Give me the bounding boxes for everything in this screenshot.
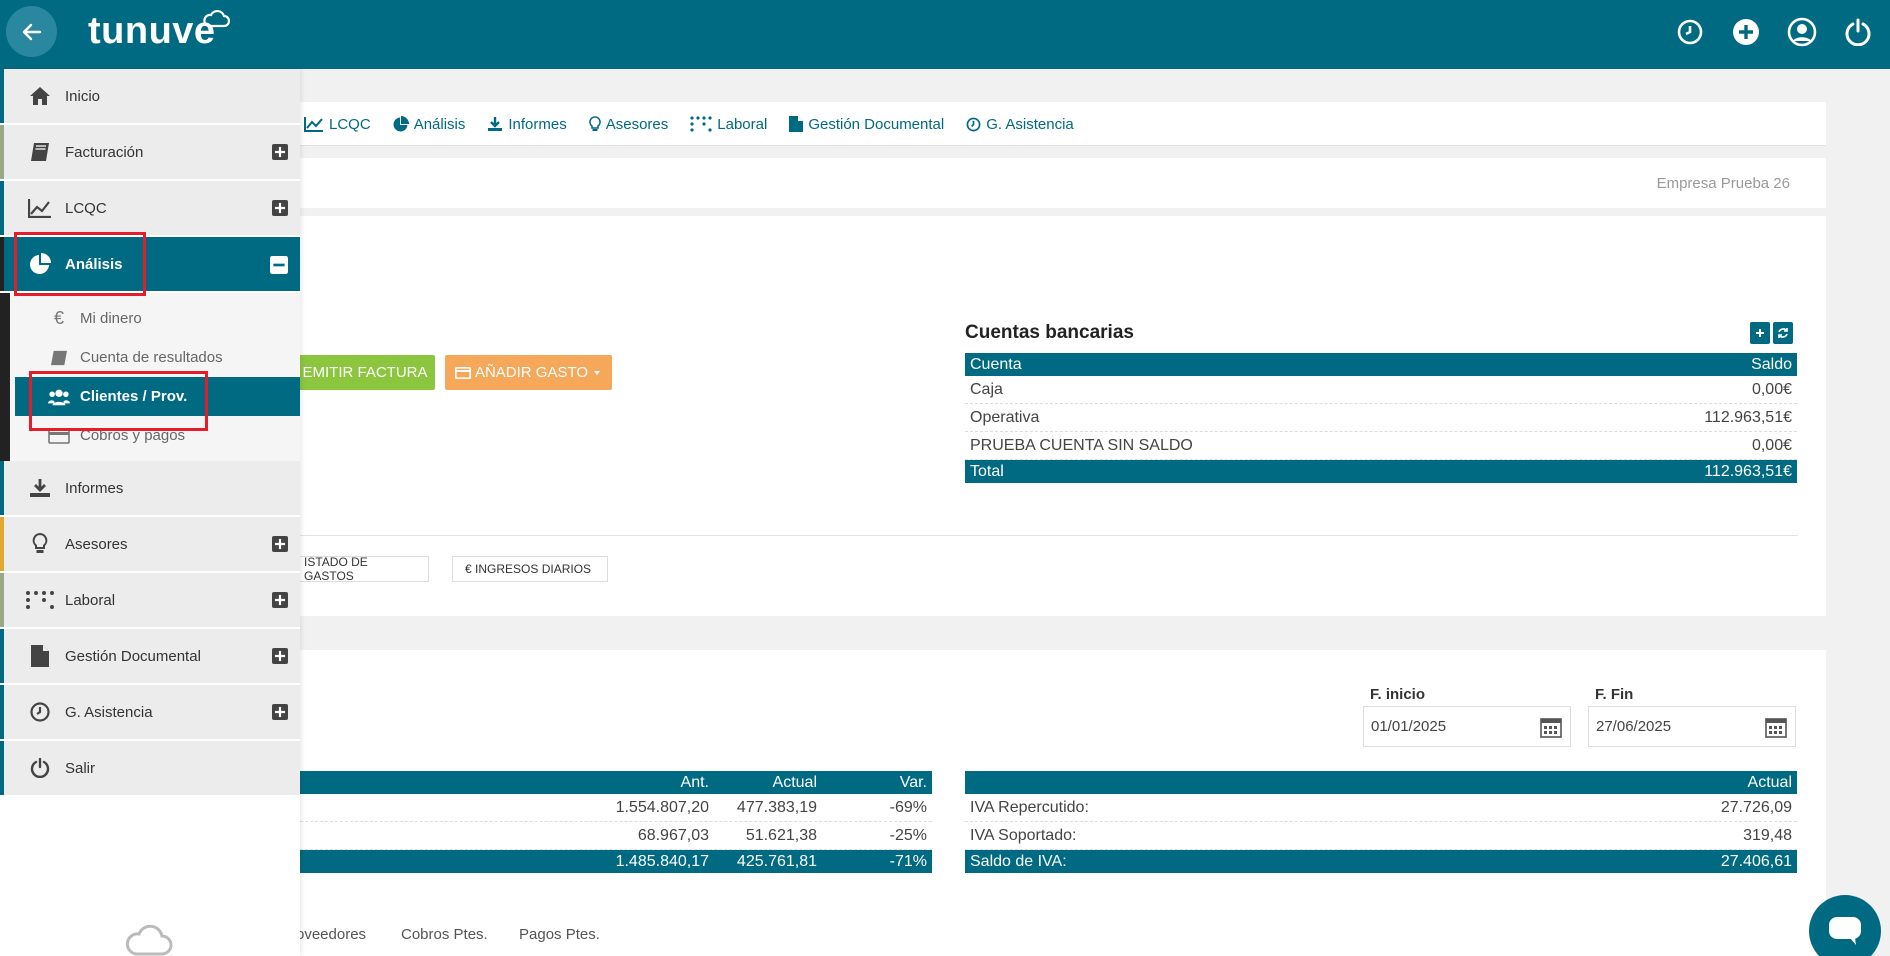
tab-cobros-ptes[interactable]: Cobros Ptes. <box>401 926 488 943</box>
back-button[interactable] <box>6 6 57 57</box>
sidebar-item-asesores[interactable]: Asesores <box>0 517 300 571</box>
calendar-icon[interactable] <box>1540 716 1562 738</box>
nav-asesores[interactable]: Asesores <box>588 116 668 133</box>
tab-proveedores[interactable]: oveedores <box>296 926 366 943</box>
emitir-factura-button[interactable]: EMITIR FACTURA <box>295 355 435 390</box>
user-icon[interactable] <box>1786 16 1818 48</box>
nav-laboral[interactable]: Laboral <box>690 116 767 133</box>
divider <box>290 535 1798 536</box>
table-row: 1.554.807,20 477.383,19 -69% <box>290 794 932 822</box>
top-bar: tunuve <box>0 0 1890 69</box>
download-icon <box>26 478 54 498</box>
credit-card-icon <box>454 366 471 379</box>
table-total-row: Total 112.963,51€ <box>965 460 1797 483</box>
refresh-icon <box>1778 328 1788 338</box>
anadir-gasto-button[interactable]: AÑADIR GASTO <box>445 355 612 390</box>
nav-informes[interactable]: Informes <box>487 116 567 133</box>
expand-icon[interactable] <box>272 144 288 160</box>
sidebar-item-salir[interactable]: Salir <box>0 741 300 795</box>
nav-gestion-documental[interactable]: Gestión Documental <box>789 116 944 133</box>
table-total-row: Saldo de IVA: 27.406,61 <box>965 850 1797 873</box>
line-chart-icon <box>304 117 323 132</box>
highlight-box <box>29 371 208 431</box>
line-chart-icon <box>26 198 54 218</box>
dots-grid-icon <box>26 591 54 609</box>
calendar-icon[interactable] <box>1765 716 1787 738</box>
pie-chart-icon <box>393 116 409 132</box>
sidebar-item-lcqc[interactable]: LCQC <box>0 181 300 235</box>
sidebar-item-informes[interactable]: Informes <box>0 461 300 515</box>
caret-down-icon <box>594 370 601 375</box>
fecha-fin-input[interactable]: 27/06/2025 <box>1588 706 1796 747</box>
download-icon <box>488 117 503 131</box>
submenu-item-mi-dinero[interactable]: € Mi dinero <box>10 299 300 338</box>
clock-icon <box>966 117 981 131</box>
nav-analisis[interactable]: Análisis <box>393 116 465 133</box>
table-header: Ant. Actual Var. <box>290 771 932 794</box>
ingresos-diarios-button[interactable]: € INGRESOS DIARIOS <box>452 556 608 582</box>
cloud-icon <box>203 9 230 28</box>
sidebar-item-g-asistencia[interactable]: G. Asistencia <box>0 685 300 739</box>
sidebar-item-facturacion[interactable]: Facturación <box>0 125 300 179</box>
lightbulb-icon <box>26 533 54 555</box>
refresh-button[interactable] <box>1773 322 1793 344</box>
lightbulb-icon <box>588 116 601 131</box>
clock-icon[interactable] <box>1674 16 1706 48</box>
expand-icon[interactable] <box>272 536 288 552</box>
expand-icon[interactable] <box>272 200 288 216</box>
expand-icon[interactable] <box>272 704 288 720</box>
nav-g-asistencia[interactable]: G. Asistencia <box>966 116 1074 133</box>
sidebar-item-gestion-documental[interactable]: Gestión Documental <box>0 629 300 683</box>
arrow-left-icon <box>22 23 41 40</box>
chat-button[interactable] <box>1809 895 1881 956</box>
plus-circle-icon[interactable] <box>1730 16 1762 48</box>
sidebar: Inicio Facturación LCQC Análisis € Mi di… <box>0 69 300 956</box>
tab-pagos-ptes[interactable]: Pagos Ptes. <box>519 926 600 943</box>
table-row: 68.967,03 51.621,38 -25% <box>290 822 932 850</box>
table-row[interactable]: Operativa 112.963,51€ <box>965 404 1797 432</box>
table-row[interactable]: PRUEBA CUENTA SIN SALDO 0,00€ <box>965 432 1797 460</box>
bank-accounts-title: Cuentas bancarias <box>965 322 1134 343</box>
cloud-icon <box>125 924 173 956</box>
add-account-button[interactable] <box>1750 322 1770 344</box>
book-icon <box>26 142 54 162</box>
table-row: IVA Soportado: 319,48 <box>965 822 1797 850</box>
table-row: IVA Repercutido: 27.726,09 <box>965 794 1797 822</box>
highlight-box <box>14 232 146 296</box>
nav-lcqc[interactable]: LCQC <box>304 116 371 133</box>
document-icon <box>26 645 54 667</box>
plus-icon <box>1756 329 1764 337</box>
euro-icon: € <box>53 308 64 328</box>
table-total-row: 1.485.840,17 425.761,81 -71% <box>290 850 932 873</box>
comparison-table: Ant. Actual Var. 1.554.807,20 477.383,19 -69… <box>290 771 932 873</box>
fecha-inicio-input[interactable]: 01/01/2025 <box>1363 706 1571 747</box>
listado-gastos-button[interactable]: ISTADO DE GASTOS <box>291 555 429 583</box>
collapse-icon[interactable] <box>270 256 288 274</box>
document-icon <box>789 116 804 132</box>
book-icon <box>48 350 70 366</box>
dots-grid-icon <box>690 116 712 132</box>
module-nav: LCQC Análisis Informes Asesores Laboral … <box>290 102 1826 146</box>
power-icon[interactable] <box>1842 16 1874 48</box>
company-name: Empresa Prueba 26 <box>1656 175 1790 192</box>
chat-icon <box>1829 917 1861 945</box>
table-header: Actual <box>965 771 1797 794</box>
home-icon <box>26 86 54 106</box>
table-header: Cuenta Saldo <box>965 353 1797 376</box>
bank-accounts-table: Cuenta Saldo Caja 0,00€ Operativa 112.963,5… <box>965 353 1797 483</box>
company-bar: Empresa Prueba 26 <box>290 158 1826 208</box>
expand-icon[interactable] <box>272 592 288 608</box>
logo: tunuve <box>88 10 216 52</box>
iva-table: Actual IVA Repercutido: 27.726,09 IVA Sop… <box>965 771 1797 873</box>
table-row[interactable]: Caja 0,00€ <box>965 376 1797 404</box>
expand-icon[interactable] <box>272 648 288 664</box>
sidebar-item-inicio[interactable]: Inicio <box>0 69 300 123</box>
fecha-fin-label: F. Fin <box>1595 686 1634 703</box>
clock-icon <box>26 702 54 722</box>
fecha-inicio-label: F. inicio <box>1370 686 1426 703</box>
power-icon <box>26 758 54 778</box>
sidebar-item-laboral[interactable]: Laboral <box>0 573 300 627</box>
